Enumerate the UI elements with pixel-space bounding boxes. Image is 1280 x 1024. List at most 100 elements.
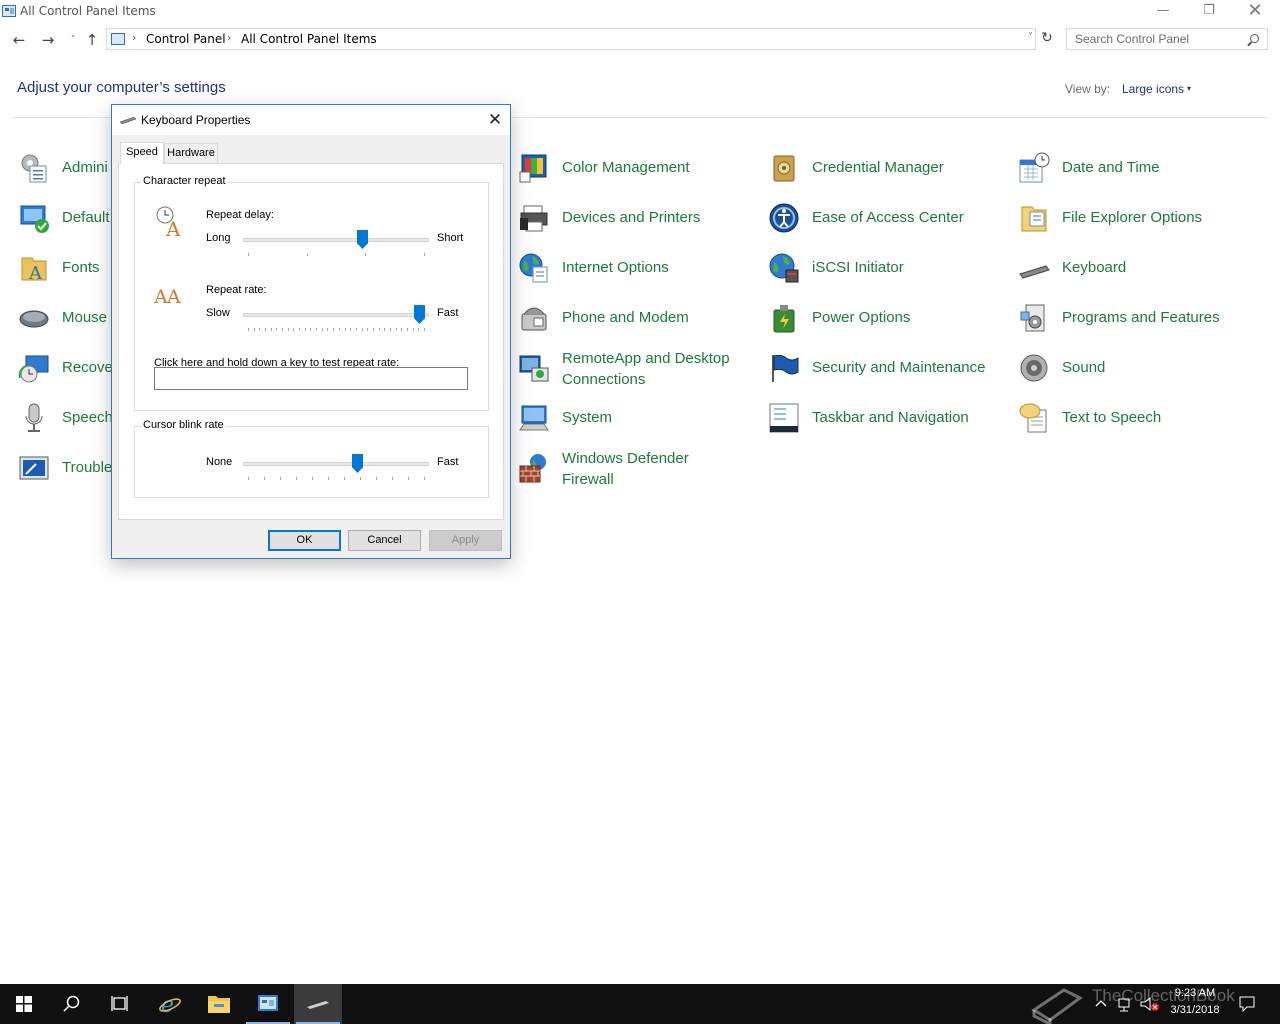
item-color-management[interactable]: Color Management	[518, 148, 758, 188]
maximize-button[interactable]: ❐	[1186, 0, 1232, 24]
repeat-rate-label: Repeat rate:	[206, 284, 267, 296]
slider-tick	[265, 328, 266, 331]
clock-date[interactable]: 3/31/2018	[1160, 1004, 1230, 1016]
tab-speed[interactable]: Speed	[120, 142, 164, 164]
item-label: Admini	[62, 159, 108, 176]
item-label: Sound	[1062, 359, 1106, 376]
slider-tick	[312, 477, 313, 480]
taskbar-control-panel[interactable]	[244, 984, 292, 1024]
programs-icon	[1020, 304, 1045, 332]
svg-text:A: A	[154, 286, 168, 308]
up-arrow-icon[interactable]: ↑	[81, 30, 103, 50]
item-taskbar-and-navigation[interactable]: Taskbar and Navigation	[768, 398, 1008, 438]
action-center-icon[interactable]	[1239, 995, 1255, 1013]
dialog-title: Keyboard Properties	[141, 113, 251, 127]
view-by-dropdown[interactable]: Large icons	[1122, 82, 1184, 96]
refresh-icon[interactable]: ↻	[1038, 28, 1056, 50]
breadcrumb-control-panel[interactable]: Control Panel	[146, 32, 226, 46]
breadcrumb-separator-icon[interactable]: ›	[227, 31, 231, 44]
keyboard-properties-dialog: Keyboard Properties ✕ Speed Hardware Cha…	[111, 104, 511, 559]
item-remoteapp[interactable]: RemoteApp and Desktop Connections	[518, 348, 758, 388]
forward-arrow-icon[interactable]: →	[37, 30, 59, 50]
item-ease-of-access[interactable]: Ease of Access Center	[768, 198, 1008, 238]
repeat-delay-track[interactable]	[243, 238, 429, 242]
repeat-rate-track[interactable]	[243, 313, 429, 317]
slider-tick	[310, 328, 311, 331]
slider-tick	[288, 328, 289, 331]
item-devices-and-printers[interactable]: Devices and Printers	[518, 198, 758, 238]
taskbar-icon	[769, 403, 799, 433]
volume-muted-icon[interactable]	[1140, 995, 1160, 1013]
repeat-rate-min-label: Slow	[206, 307, 230, 319]
item-iscsi-initiator[interactable]: iSCSI Initiator	[768, 248, 1008, 288]
start-button[interactable]	[0, 984, 48, 1024]
item-label: Security and Maintenance	[812, 359, 986, 376]
taskbar-search-button[interactable]	[48, 984, 96, 1024]
item-credential-manager[interactable]: Credential Manager	[768, 148, 1008, 188]
breadcrumb-separator-icon[interactable]: ›	[132, 31, 136, 44]
slider-tick	[367, 328, 368, 331]
item-power-options[interactable]: Power Options	[768, 298, 1008, 338]
task-view-button[interactable]	[96, 984, 144, 1024]
ok-button[interactable]: OK	[268, 530, 341, 551]
globe-icon	[519, 253, 548, 283]
search-input[interactable]	[1067, 29, 1245, 49]
svg-text:A: A	[28, 263, 43, 284]
address-bar[interactable]: › Control Panel › All Control Panel Item…	[106, 28, 1036, 50]
taskbar-keyboard-properties[interactable]	[294, 984, 342, 1024]
item-date-and-time[interactable]: Date and Time	[1018, 148, 1258, 188]
item-phone-and-modem[interactable]: Phone and Modem	[518, 298, 758, 338]
repeat-rate-max-label: Fast	[437, 307, 459, 319]
slider-tick	[259, 328, 260, 331]
minimize-button[interactable]: —	[1140, 0, 1186, 24]
keyboard-icon	[120, 116, 136, 124]
item-sound[interactable]: Sound	[1018, 348, 1258, 388]
clock-time[interactable]: 9:23 AM	[1160, 987, 1230, 999]
slider-tick	[362, 328, 363, 331]
tab-hardware[interactable]: Hardware	[164, 143, 218, 164]
slider-tick	[413, 328, 414, 331]
keyboard-icon	[307, 1001, 329, 1009]
dialog-title-bar[interactable]: Keyboard Properties ✕	[112, 105, 510, 135]
apply-button[interactable]: Apply	[429, 530, 502, 551]
slider-tick	[418, 328, 419, 331]
chevron-down-icon[interactable]: ▾	[1187, 84, 1191, 93]
repeat-test-input[interactable]	[154, 367, 468, 390]
network-icon[interactable]	[1118, 995, 1134, 1013]
item-windows-defender-firewall[interactable]: Windows Defender Firewall	[518, 448, 758, 488]
search-box[interactable]	[1066, 28, 1268, 50]
cursor-blink-ticks	[248, 477, 425, 481]
slider-tick	[384, 328, 385, 331]
item-programs-and-features[interactable]: Programs and Features	[1018, 298, 1258, 338]
internet-explorer-icon: e	[159, 993, 181, 1015]
slider-tick	[333, 328, 334, 331]
item-label: Text to Speech	[1062, 409, 1162, 426]
show-hidden-icons-chevron-icon[interactable]	[1094, 995, 1108, 1013]
item-file-explorer-options[interactable]: File Explorer Options	[1018, 198, 1258, 238]
folder-options-icon	[1021, 206, 1047, 232]
item-text-to-speech[interactable]: Text to Speech	[1018, 398, 1258, 438]
address-dropdown-icon[interactable]: ˅	[1028, 32, 1033, 43]
item-security-and-maintenance[interactable]: Security and Maintenance	[768, 348, 1008, 388]
slider-tick	[322, 328, 323, 331]
slider-tick	[401, 328, 402, 331]
item-internet-options[interactable]: Internet Options	[518, 248, 758, 288]
item-label: Taskbar and Navigation	[812, 409, 969, 426]
item-system[interactable]: System	[518, 398, 758, 438]
breadcrumb-all-items[interactable]: All Control Panel Items	[241, 32, 377, 46]
cursor-blink-track[interactable]	[243, 462, 429, 466]
taskbar-internet-explorer[interactable]: e	[146, 984, 194, 1024]
back-arrow-icon[interactable]: ←	[8, 30, 30, 50]
close-icon[interactable]: ✕	[482, 107, 508, 133]
item-label: Ease of Access Center	[812, 209, 964, 226]
item-label: Date and Time	[1062, 159, 1160, 176]
slider-tick	[248, 328, 249, 331]
item-keyboard[interactable]: Keyboard	[1018, 248, 1258, 288]
repeat-delay-max-label: Short	[437, 232, 464, 244]
close-window-button[interactable]: ✕	[1232, 0, 1278, 24]
microphone-icon	[25, 403, 43, 432]
item-label: Power Options	[812, 309, 911, 326]
cancel-button[interactable]: Cancel	[348, 530, 421, 551]
search-icon[interactable]	[1250, 34, 1259, 43]
taskbar-file-explorer[interactable]	[195, 984, 243, 1024]
